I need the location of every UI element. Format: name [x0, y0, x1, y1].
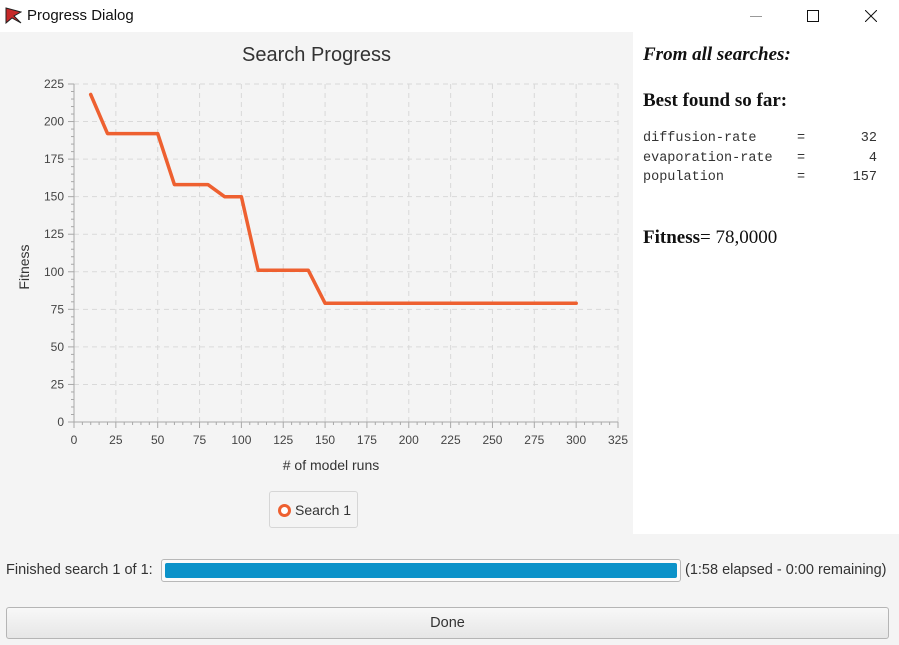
- x-tick-label: 175: [357, 433, 377, 447]
- param-value: 157: [852, 170, 877, 185]
- x-tick-label: 300: [566, 433, 586, 447]
- x-tick-label: 325: [608, 433, 628, 447]
- y-tick-label: 25: [51, 377, 65, 391]
- y-tick-label: 75: [51, 302, 65, 316]
- progress-bar: [161, 559, 681, 582]
- close-button[interactable]: [848, 0, 894, 32]
- x-tick-label: 225: [441, 433, 461, 447]
- results-panel: From all searches: Best found so far: di…: [633, 32, 899, 534]
- close-icon: [865, 10, 877, 22]
- elapsed-time: (1:58 elapsed - 0:00 remaining): [685, 562, 887, 578]
- fitness-label: Fitness: [643, 227, 700, 248]
- param-equals: =: [797, 131, 806, 146]
- title-bar: Progress Dialog: [0, 0, 899, 32]
- param-row: population = 157: [643, 170, 893, 190]
- y-tick-label: 100: [44, 265, 64, 279]
- param-name: evaporation-rate: [643, 150, 773, 166]
- app-icon: [5, 7, 22, 24]
- x-tick-label: 75: [193, 433, 207, 447]
- progress-fill: [165, 563, 677, 578]
- y-axis-label: Fitness: [16, 244, 32, 289]
- param-equals: =: [797, 150, 806, 166]
- param-value: 32: [860, 131, 877, 146]
- chart-panel: Search Progress 0 25 50 75 100 125 150 175 200 22…: [0, 32, 633, 534]
- y-tick-label: 50: [51, 340, 65, 354]
- x-tick-label: 200: [399, 433, 419, 447]
- fitness-chart: 0 25 50 75 100 125 150 175 200 225 250 275 300 325 0 25…: [16, 77, 628, 473]
- param-name: population: [643, 170, 725, 185]
- chart-legend: Search 1: [269, 491, 358, 528]
- all-searches-heading: From all searches:: [643, 44, 791, 65]
- param-equals: =: [797, 170, 806, 185]
- x-tick-label: 275: [524, 433, 544, 447]
- y-tick-label: 200: [44, 115, 64, 129]
- y-tick-label: 125: [44, 227, 64, 241]
- minimize-icon: [750, 16, 762, 17]
- best-found-heading: Best found so far:: [643, 90, 788, 111]
- param-value: 4: [868, 150, 877, 166]
- fitness-result: Fitness= 78,0000: [643, 227, 777, 249]
- x-tick-label: 100: [231, 433, 251, 447]
- maximize-button[interactable]: [790, 0, 836, 32]
- minimize-button[interactable]: [733, 0, 779, 32]
- x-tick-label: 0: [71, 433, 78, 447]
- y-tick-label: 225: [44, 77, 64, 91]
- maximize-icon: [807, 10, 819, 22]
- x-tick-label: 250: [482, 433, 502, 447]
- y-tick-label: 175: [44, 152, 64, 166]
- x-tick-label: 125: [273, 433, 293, 447]
- y-tick-label: 150: [44, 190, 64, 204]
- done-button[interactable]: Done: [6, 607, 889, 639]
- y-tick-label: 0: [57, 415, 64, 429]
- x-tick-label: 50: [151, 433, 165, 447]
- x-tick-label: 150: [315, 433, 335, 447]
- window-title: Progress Dialog: [27, 7, 134, 24]
- x-tick-label: 25: [109, 433, 123, 447]
- param-row: evaporation-rate = 4: [643, 151, 893, 171]
- param-name: diffusion-rate: [643, 131, 757, 146]
- legend-circle-icon: [278, 504, 291, 517]
- fitness-value: = 78,0000: [700, 227, 778, 248]
- legend-label: Search 1: [295, 502, 352, 518]
- param-row: diffusion-rate = 32: [643, 131, 893, 151]
- status-text: Finished search 1 of 1:: [6, 562, 153, 578]
- parameter-list: diffusion-rate = 32 evaporation-rate = 4…: [643, 131, 893, 190]
- x-axis-label: # of model runs: [283, 457, 380, 473]
